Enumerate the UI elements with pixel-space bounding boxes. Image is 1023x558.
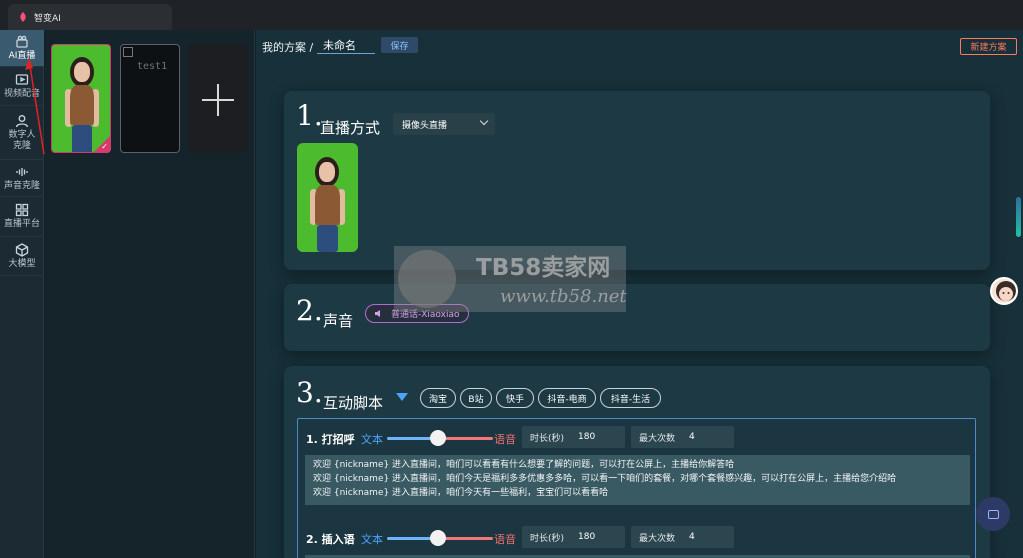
breadcrumb: 我的方案 / [262, 41, 314, 54]
section-number: 3. [296, 376, 323, 409]
app-logo-icon [20, 12, 26, 22]
duration-value: 180 [578, 532, 596, 542]
add-avatar-button[interactable] [188, 44, 248, 153]
slider-knob[interactable] [430, 430, 446, 446]
save-button[interactable]: 保存 [381, 37, 418, 53]
speaker-icon [375, 310, 380, 317]
sound-wave-icon [16, 167, 28, 176]
script-line: 欢迎 {nickname} 进入直播间，咱们今天有一些福利，宝宝们可以看看哈 [313, 488, 609, 498]
grid-icon [15, 203, 29, 217]
cube-icon [15, 242, 29, 257]
chat-button[interactable] [976, 497, 1010, 531]
voice-select-pill[interactable]: 普通话-Xiaoxiao [365, 304, 469, 323]
plan-name-input[interactable] [317, 36, 375, 54]
platform-tag-douyin-life[interactable]: 抖音-生活 [600, 388, 661, 408]
avatar-thumbnail-test1[interactable]: test1 [120, 44, 180, 153]
avatar-thumbnail-selected[interactable]: ✓ [51, 44, 111, 153]
section-title: 互动脚本 [323, 394, 384, 412]
script-text-area[interactable]: 欢迎 {nickname} 进入直播间，咱们可以看看有什么想要了解的问题，可以打… [305, 455, 970, 505]
script-item-title: 1. 打招呼 [306, 433, 355, 446]
voice-name: 普通话-Xiaoxiao [391, 310, 460, 320]
live-camera-icon [16, 35, 28, 48]
script-list: 1. 打招呼 文本 语音 时长(秒) 180 最大次数 4 欢迎 {nickna… [297, 418, 976, 558]
new-plan-button[interactable]: 新建方案 [960, 38, 1017, 55]
platform-tag-douyin-ecommerce[interactable]: 抖音-电商 [538, 388, 596, 408]
sidebar-item-llm[interactable]: 大模型 [0, 237, 44, 276]
section-number: 2. [296, 294, 323, 327]
sidebar-item-voice-clone[interactable]: 声音克隆 [0, 160, 44, 197]
scroll-indicator[interactable] [1016, 197, 1021, 237]
platform-tag-kuaishou[interactable]: 快手 [496, 388, 534, 408]
max-count-value: 4 [689, 432, 695, 442]
max-count-value: 4 [689, 532, 695, 542]
duration-label: 时长(秒) [530, 433, 565, 444]
caret-down-icon[interactable] [396, 393, 408, 401]
section-number: 1. [296, 99, 323, 132]
thumbnail-label: test1 [137, 61, 168, 72]
main-content: 我的方案 / 保存 新建方案 1. 直播方式 摄像头直播 2. 声音 [256, 30, 1023, 558]
section-title: 声音 [323, 312, 354, 330]
person-image [297, 143, 358, 252]
slider-knob[interactable] [430, 530, 446, 546]
app-tab[interactable]: 智变AI [8, 4, 172, 30]
assistant-avatar-button[interactable] [990, 277, 1018, 305]
script-item-title: 2. 插入语 [306, 533, 355, 546]
camera-preview [297, 143, 358, 252]
sidebar-item-label: 声音克隆 [3, 180, 40, 191]
interaction-script-card: 3. 互动脚本 淘宝 B站 快手 抖音-电商 抖音-生活 1. 打招呼 文本 语… [284, 366, 990, 558]
text-mode-label[interactable]: 文本 [361, 531, 383, 547]
sidebar-item-label: 大模型 [8, 258, 36, 269]
platform-tag-taobao[interactable]: 淘宝 [420, 388, 456, 408]
chat-bubble-icon [987, 509, 999, 519]
duration-field[interactable]: 时长(秒) 180 [522, 426, 625, 448]
script-line: 欢迎 {nickname} 进入直播间，咱们今天是福利多多优惠多多哈，可以看一下… [313, 474, 897, 484]
avatar-thumbnail-panel: ✓ test1 [45, 30, 255, 558]
plan-toolbar: 我的方案 / 保存 新建方案 [256, 30, 1023, 60]
tab-title: 智变AI [34, 13, 61, 24]
voice-card: 2. 声音 普通话-Xiaoxiao [284, 284, 990, 351]
live-mode-select[interactable]: 摄像头直播 [393, 113, 495, 135]
title-bar: 智变AI [0, 0, 1023, 30]
script-line: 欢迎 {nickname} 进入直播间，咱们可以看看有什么想要了解的问题，可以打… [313, 460, 735, 470]
voice-mode-label[interactable]: 语音 [494, 431, 516, 447]
plus-icon [202, 84, 234, 116]
live-mode-value: 摄像头直播 [402, 120, 448, 131]
max-count-field[interactable]: 最大次数 4 [631, 426, 734, 448]
duration-field[interactable]: 时长(秒) 180 [522, 526, 625, 548]
live-mode-card: 1. 直播方式 摄像头直播 [284, 91, 990, 270]
platform-tag-bilibili[interactable]: B站 [460, 388, 492, 408]
text-mode-label[interactable]: 文本 [361, 431, 383, 447]
max-count-field[interactable]: 最大次数 4 [631, 526, 734, 548]
broken-image-icon [123, 47, 133, 57]
duration-label: 时长(秒) [530, 533, 565, 544]
check-icon: ✓ [101, 142, 108, 151]
sidebar-item-label: 直播平台 [3, 219, 40, 229]
section-title: 直播方式 [320, 119, 381, 137]
voice-mode-label[interactable]: 语音 [494, 531, 516, 547]
max-count-label: 最大次数 [639, 533, 676, 544]
sidebar-item-live-platform[interactable]: 直播平台 [0, 197, 44, 237]
chevron-down-icon [479, 116, 489, 126]
max-count-label: 最大次数 [639, 433, 676, 444]
duration-value: 180 [578, 432, 596, 442]
